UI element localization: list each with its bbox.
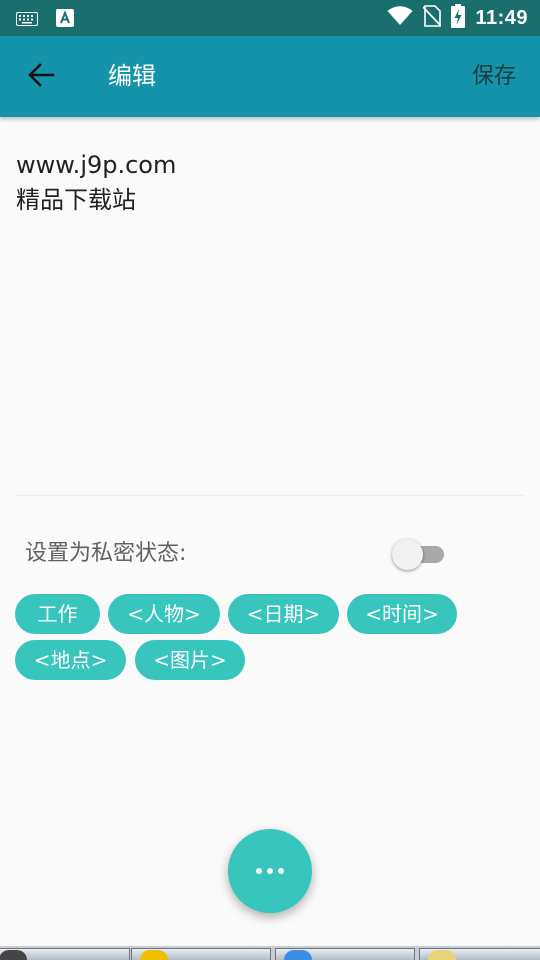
status-time: 11:49 — [475, 6, 528, 29]
status-bar: 11:49 — [0, 0, 540, 36]
private-mode-switch[interactable] — [392, 538, 446, 570]
tag-chip-date[interactable]: <日期> — [228, 594, 339, 634]
page-title: 编辑 — [108, 62, 156, 90]
note-text-area[interactable]: www.j9p.com 精品下载站 — [16, 148, 524, 218]
host-taskbar — [0, 946, 540, 960]
app-bar: 编辑 保存 — [0, 36, 540, 117]
note-line: 精品下载站 — [16, 186, 136, 214]
folder-icon — [428, 950, 456, 960]
window-icon — [140, 950, 168, 960]
no-sim-icon — [422, 5, 443, 31]
taskbar-item[interactable] — [0, 948, 130, 960]
save-button[interactable]: 保存 — [472, 62, 516, 92]
tag-chip-person[interactable]: <人物> — [108, 594, 220, 634]
switch-thumb — [392, 539, 423, 570]
divider — [16, 495, 524, 496]
window-icon — [0, 950, 27, 960]
taskbar-item[interactable] — [275, 948, 415, 960]
keyboard-icon — [16, 11, 38, 30]
window-icon — [284, 950, 312, 960]
tag-chip-image[interactable]: <图片> — [135, 640, 245, 680]
tag-chip-work[interactable]: 工作 — [15, 594, 100, 634]
arrow-left-icon — [27, 61, 55, 93]
more-horizontal-icon — [256, 868, 284, 874]
battery-charging-icon — [451, 4, 466, 32]
tag-chip-location[interactable]: <地点> — [15, 640, 126, 680]
taskbar-item[interactable] — [131, 948, 271, 960]
app-notification-icon — [56, 9, 74, 31]
private-mode-label: 设置为私密状态: — [25, 541, 187, 566]
taskbar-item[interactable] — [419, 948, 540, 960]
wifi-icon — [387, 6, 413, 30]
back-button[interactable] — [22, 58, 60, 96]
tag-chip-time[interactable]: <时间> — [347, 594, 457, 634]
note-line: www.j9p.com — [16, 151, 177, 179]
more-options-fab[interactable] — [228, 829, 312, 913]
